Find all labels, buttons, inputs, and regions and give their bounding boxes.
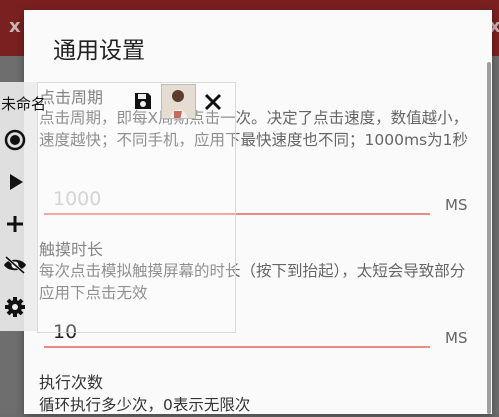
- dialog-title: 通用设置: [53, 38, 145, 64]
- save-icon[interactable]: [133, 90, 153, 112]
- record-icon[interactable]: [4, 129, 26, 151]
- floating-panel[interactable]: [37, 82, 236, 333]
- add-icon[interactable]: [4, 213, 26, 235]
- settings-icon[interactable]: [3, 295, 27, 319]
- execution-count-title: 执行次数: [39, 373, 104, 392]
- script-name[interactable]: 未命名: [1, 93, 46, 114]
- close-icon[interactable]: [202, 91, 224, 113]
- touch-duration-unit: MS: [445, 329, 468, 347]
- dialog-scrollbar[interactable]: [487, 62, 491, 414]
- touch-duration-underline: [44, 346, 430, 348]
- click-period-unit: MS: [445, 196, 468, 214]
- hide-icon[interactable]: [2, 254, 28, 276]
- play-icon[interactable]: [6, 172, 26, 192]
- app-bar-left-glyph[interactable]: x: [9, 16, 21, 37]
- execution-count-description: 循环执行多少次，0表示无限次: [39, 396, 251, 414]
- floating-toolbar: [0, 82, 37, 331]
- script-thumbnail[interactable]: [161, 84, 196, 119]
